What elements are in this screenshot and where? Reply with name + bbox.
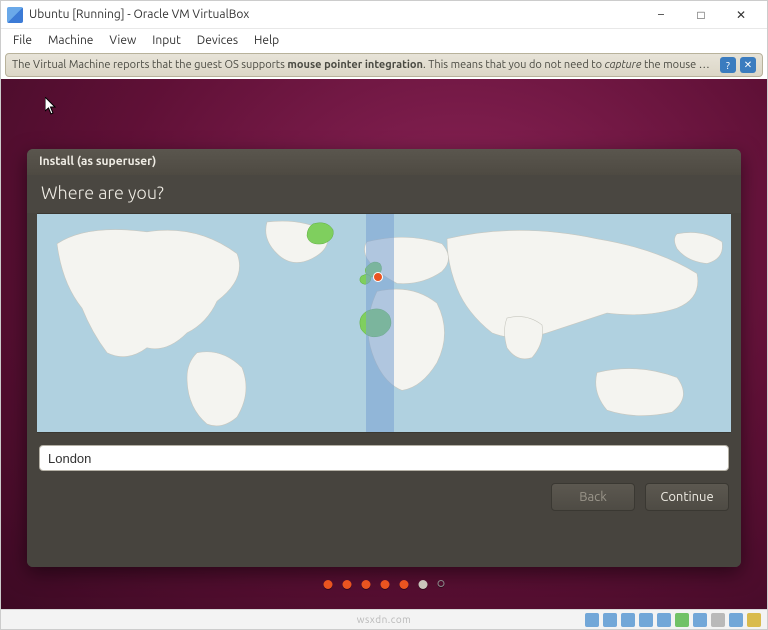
virtualbox-icon [7,7,23,23]
status-cpu-icon[interactable] [729,613,743,627]
vm-status-bar: wsxdn.com [1,609,767,629]
progress-dot [343,580,352,589]
timezone-row [37,433,731,471]
menu-devices[interactable]: Devices [191,32,244,49]
maximize-button[interactable]: □ [681,3,721,27]
progress-dot [381,580,390,589]
installer-body: Back Continue [27,213,741,567]
status-audio-icon[interactable] [621,613,635,627]
timezone-input[interactable] [39,445,729,471]
menu-view[interactable]: View [103,32,142,49]
menu-machine[interactable]: Machine [42,32,99,49]
progress-dot [400,580,409,589]
status-optical-icon[interactable] [603,613,617,627]
installer-titlebar: Install (as superuser) [27,149,741,175]
info-italic: capture [605,59,642,71]
menu-bar: File Machine View Input Devices Help [1,29,767,51]
info-bold: mouse pointer integration [287,59,423,71]
progress-dot-current [419,580,428,589]
progress-dot [362,580,371,589]
menu-file[interactable]: File [7,32,38,49]
back-button[interactable]: Back [551,483,635,511]
window-titlebar: Ubuntu [Running] - Oracle VM VirtualBox … [1,1,767,29]
close-button[interactable]: ✕ [721,3,761,27]
status-network-icon[interactable] [639,613,653,627]
status-harddisk-icon[interactable] [585,613,599,627]
menu-help[interactable]: Help [248,32,285,49]
status-usb-icon[interactable] [657,613,671,627]
progress-dots [324,580,445,589]
window-title: Ubuntu [Running] - Oracle VM VirtualBox [29,8,641,21]
info-prefix: The Virtual Machine reports that the gue… [12,59,287,71]
status-recording-icon[interactable] [711,613,725,627]
installer-button-row: Back Continue [37,471,731,511]
progress-dot-upcoming [438,580,445,587]
watermark-text: wsxdn.com [357,614,412,625]
info-mid: . This means that you do not need to [423,59,605,71]
progress-dot [324,580,333,589]
info-help-icon[interactable]: ? [720,57,736,73]
menu-input[interactable]: Input [146,32,187,49]
selected-timezone-band [366,214,394,432]
installer-heading: Where are you? [27,175,741,213]
integration-info-text: The Virtual Machine reports that the gue… [12,59,716,71]
status-display-icon[interactable] [693,613,707,627]
status-shared-folders-icon[interactable] [675,613,689,627]
vm-viewport[interactable]: Install (as superuser) Where are you? [1,79,767,611]
mouse-cursor-icon [45,97,57,115]
window-controls: – □ ✕ [641,3,761,27]
minimize-button[interactable]: – [641,3,681,27]
info-suffix: the mouse pointer to be able to use it i… [641,59,716,71]
info-dismiss-icon[interactable]: ✕ [740,57,756,73]
continue-button[interactable]: Continue [645,483,729,511]
location-pin-icon [373,272,383,282]
status-hostkey-icon[interactable] [747,613,761,627]
integration-info-bar: The Virtual Machine reports that the gue… [5,53,763,77]
timezone-map[interactable] [37,213,731,433]
installer-window: Install (as superuser) Where are you? [27,149,741,567]
